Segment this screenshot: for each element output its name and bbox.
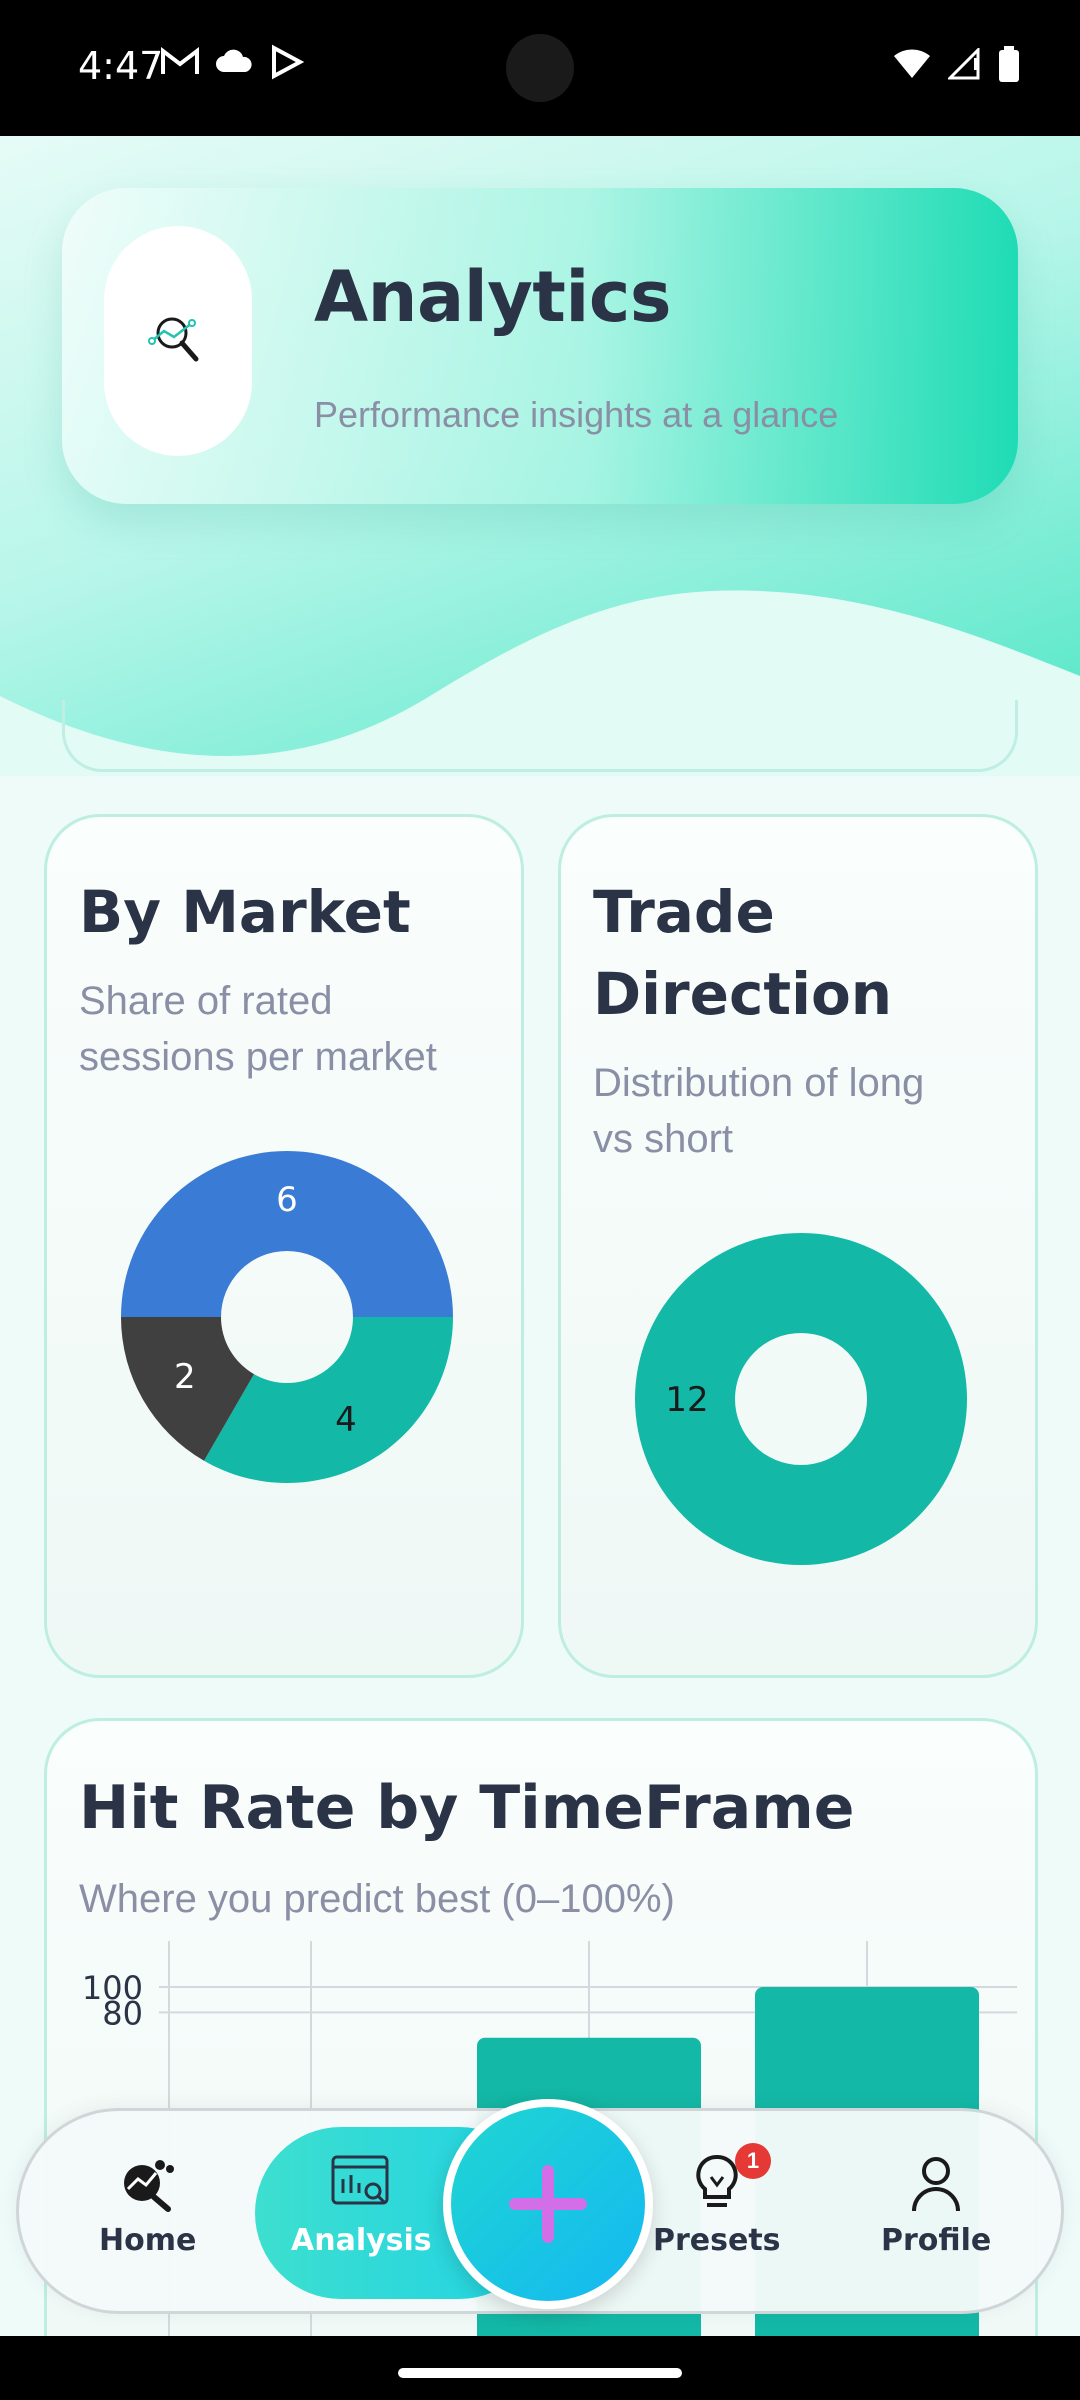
card-subtitle-line2: vs short: [593, 1117, 734, 1161]
gmail-icon: [161, 47, 199, 74]
card-title: By Market: [79, 878, 411, 946]
nav-analysis-label: Analysis: [291, 2223, 432, 2258]
direction-donut-chart: 12: [635, 1233, 967, 1565]
header-icon-container: [104, 226, 252, 456]
card-subtitle-line2: sessions per market: [79, 1035, 437, 1079]
market-donut-chart: 6 4 2: [121, 1151, 453, 1483]
battery-icon: [999, 46, 1019, 82]
card-title-line2: Direction: [593, 960, 893, 1028]
card-subtitle-line1: Distribution of long: [593, 1061, 925, 1105]
analytics-search-icon: [148, 317, 199, 362]
notification-icons: [160, 44, 304, 80]
plus-icon: [509, 2165, 587, 2243]
cloud-icon: [216, 49, 252, 72]
previous-card-edge: [62, 700, 1018, 772]
bottom-navigation: Home Analysis 1 Presets Profile: [16, 2099, 1064, 2314]
card-subtitle: Where you predict best (0–100%): [79, 1877, 675, 1921]
home-indicator[interactable]: [398, 2368, 682, 2378]
donut-slice-label: 12: [665, 1380, 708, 1420]
gesture-bar: [0, 2336, 1080, 2400]
nav-profile[interactable]: Profile: [881, 2151, 991, 2258]
page-title: Analytics: [314, 256, 671, 338]
donut-slice-label: 4: [335, 1400, 357, 1440]
add-button[interactable]: [443, 2099, 653, 2309]
trade-direction-card: Trade Direction Distribution of long vs …: [558, 814, 1038, 1678]
card-title: Hit Rate by TimeFrame: [79, 1773, 855, 1843]
nav-home-label: Home: [99, 2223, 197, 2258]
system-icons: [892, 46, 1020, 82]
donut-slice: [121, 1151, 453, 1317]
donut-slice: [204, 1317, 453, 1483]
nav-analysis[interactable]: Analysis: [291, 2151, 432, 2258]
donut-slice-label: 2: [174, 1357, 196, 1397]
analysis-dashboard-icon: [331, 2155, 389, 2205]
nav-profile-label: Profile: [881, 2223, 992, 2258]
y-tick-label: 80: [102, 1994, 143, 2032]
nav-home[interactable]: Home: [99, 2151, 196, 2258]
nav-presets-label: Presets: [653, 2223, 781, 2258]
person-icon: [912, 2157, 961, 2212]
camera-cutout: [506, 34, 574, 102]
donut-slice-label: 6: [276, 1180, 298, 1220]
play-store-icon: [272, 44, 304, 80]
page-subtitle: Performance insights at a glance: [314, 394, 839, 435]
signal-icon: [948, 48, 980, 80]
wifi-icon: [894, 49, 930, 78]
card-title-line1: Trade: [593, 878, 775, 946]
by-market-card: By Market Share of rated sessions per ma…: [44, 814, 524, 1678]
home-analytics-icon: [123, 2160, 174, 2212]
header-card: Analytics Performance insights at a glan…: [62, 188, 1018, 504]
status-bar: 4:47: [0, 0, 1080, 136]
status-time: 4:47: [78, 44, 164, 88]
card-subtitle-line1: Share of rated: [79, 979, 333, 1023]
presets-badge: 1: [735, 2143, 771, 2179]
